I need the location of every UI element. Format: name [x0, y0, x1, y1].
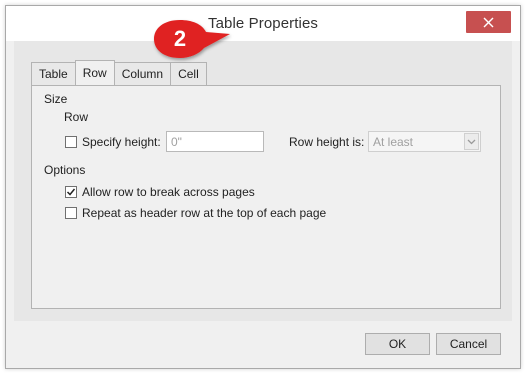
close-button[interactable] — [466, 11, 511, 33]
specify-height-label: Specify height: — [82, 135, 161, 149]
repeat-header-label: Repeat as header row at the top of each … — [82, 206, 327, 220]
dialog-title: Table Properties — [208, 15, 318, 32]
tab-cell[interactable]: Cell — [170, 62, 207, 85]
close-icon — [483, 17, 494, 27]
tab-column[interactable]: Column — [113, 62, 172, 85]
row-height-is-label: Row height is: — [289, 135, 365, 149]
tab-table[interactable]: Table — [31, 62, 76, 85]
callout-number: 2 — [173, 26, 187, 51]
dialog-body: Table Row Column Cell Size Row Specify h… — [14, 41, 512, 321]
specify-height-checkbox[interactable] — [65, 136, 77, 148]
row-height-is-select[interactable]: At least — [368, 131, 481, 152]
cancel-button[interactable]: Cancel — [436, 333, 501, 355]
repeat-header-checkbox[interactable] — [65, 207, 77, 219]
row-subheading: Row — [64, 110, 89, 124]
row-height-is-value: At least — [373, 135, 414, 149]
table-properties-dialog: Table Properties Table Row Column Cell S… — [5, 5, 521, 369]
size-heading: Size — [44, 92, 68, 106]
height-input[interactable]: 0" — [166, 131, 264, 152]
checkmark-icon — [66, 188, 76, 196]
title-bar[interactable]: Table Properties — [6, 6, 520, 41]
allow-break-checkbox[interactable] — [65, 186, 77, 198]
dropdown-arrow[interactable] — [464, 133, 479, 150]
tab-row[interactable]: Row — [74, 60, 115, 85]
options-heading: Options — [44, 163, 86, 177]
allow-break-label: Allow row to break across pages — [82, 185, 255, 199]
step-callout-badge: 2 — [150, 18, 234, 64]
row-tab-panel: Size Row Specify height: 0" Row height i… — [31, 85, 501, 309]
ok-button[interactable]: OK — [365, 333, 430, 355]
chevron-down-icon — [467, 139, 476, 144]
tab-strip: Table Row Column Cell — [31, 60, 207, 85]
